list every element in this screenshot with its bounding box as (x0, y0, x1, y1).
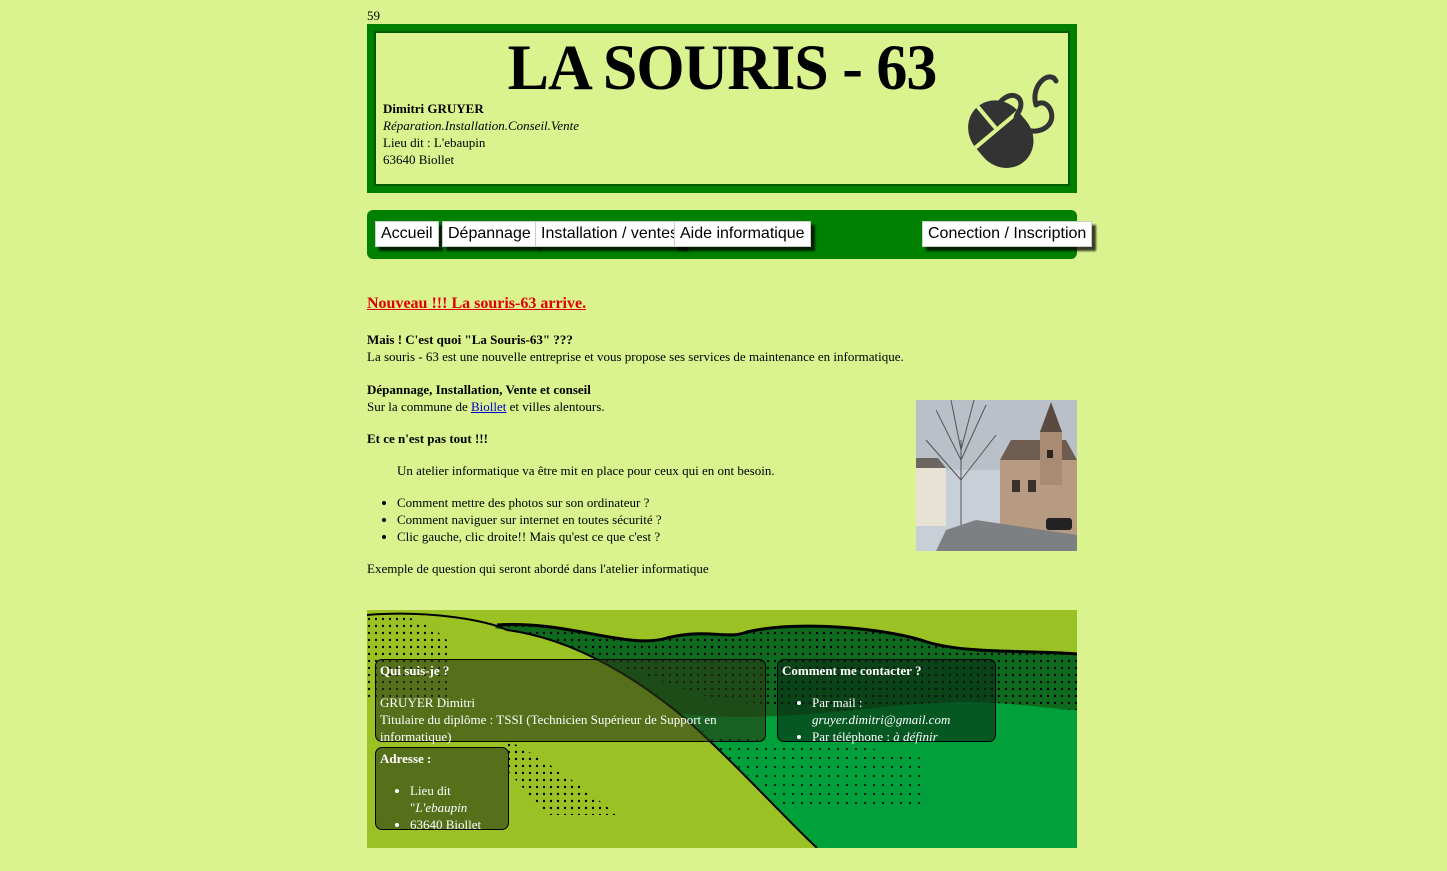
nav-accueil[interactable]: Accueil (375, 221, 439, 247)
contact-mail: Par mail : gruyer.dimitri@gmail.com (812, 694, 991, 728)
address-title: Adresse : (380, 751, 432, 766)
nav-installation-ventes[interactable]: Installation / ventes (535, 221, 684, 247)
nav-depannage[interactable]: Dépannage (442, 221, 537, 247)
address-place: Lieu dit "L'ebaupin (410, 782, 504, 816)
contact-box: Comment me contacter ? Par mail : gruyer… (777, 659, 996, 745)
visit-counter: 59 (367, 8, 380, 23)
mail-value[interactable]: gruyer.dimitri@gmail.com (812, 712, 950, 727)
nav-aide-informatique[interactable]: Aide informatique (674, 221, 811, 247)
address-list: Lieu dit "L'ebaupin 63640 Biollet (380, 782, 504, 833)
contact-list: Par mail : gruyer.dimitri@gmail.com Par … (782, 694, 991, 745)
owner-info: Dimitri GRUYER Réparation.Installation.C… (383, 100, 579, 168)
main-content: Nouveau !!! La souris-63 arrive. Mais ! … (367, 295, 1077, 577)
section-what-title: Mais ! C'est quoi "La Souris-63" ??? (367, 332, 573, 347)
about-title: Qui suis-je ? (380, 663, 450, 678)
services-suffix: et villes alentours. (506, 399, 605, 414)
about-box: Qui suis-je ? GRUYER Dimitri Titulaire d… (375, 659, 766, 744)
phone-label: Par téléphone : (812, 729, 894, 744)
news-headline[interactable]: Nouveau !!! La souris-63 arrive. (367, 295, 1077, 312)
biollet-link[interactable]: Biollet (471, 399, 506, 414)
workshop-note: Exemple de question qui seront abordé da… (367, 561, 709, 576)
village-church-photo (916, 400, 1077, 551)
section-what-text: La souris - 63 est une nouvelle entrepri… (367, 349, 904, 364)
site-header: LA SOURIS - 63 Dimitri GRUYER Réparation… (367, 24, 1077, 193)
mouse-icon (968, 74, 1059, 168)
address-city: 63640 Biollet (410, 816, 504, 833)
about-name: GRUYER Dimitri (380, 695, 475, 710)
section-services-title: Dépannage, Installation, Vente et consei… (367, 382, 591, 397)
contact-phone: Par téléphone : à définir (812, 728, 991, 745)
phone-value: à définir (893, 729, 938, 744)
site-footer: Qui suis-je ? GRUYER Dimitri Titulaire d… (367, 610, 1077, 848)
main-nav: Accueil Dépannage Installation / ventes … (367, 210, 1093, 259)
owner-city: 63640 Biollet (383, 152, 455, 167)
contact-title: Comment me contacter ? (782, 663, 922, 678)
header-inner: LA SOURIS - 63 Dimitri GRUYER Réparation… (374, 31, 1070, 186)
address-box: Adresse : Lieu dit "L'ebaupin 63640 Biol… (375, 747, 509, 833)
about-diploma: Titulaire du diplôme : TSSI (Technicien … (380, 712, 717, 744)
services-prefix: Sur la commune de (367, 399, 471, 414)
mail-label: Par mail : (812, 695, 863, 710)
owner-tagline: Réparation.Installation.Conseil.Vente (383, 118, 580, 133)
owner-name: Dimitri GRUYER (383, 101, 484, 116)
owner-address: Lieu dit : L'ebaupin (383, 135, 486, 150)
address-place-name: L'ebaupin (415, 800, 468, 815)
nav-login-button[interactable]: Conection / Inscription (922, 221, 1093, 247)
